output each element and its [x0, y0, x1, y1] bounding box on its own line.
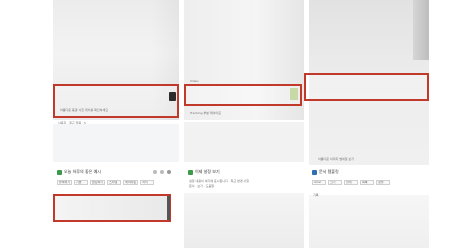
toolbar-button[interactable]: 스타일	[107, 180, 122, 185]
panel-mid-mid	[184, 122, 304, 162]
content-line: 설정 내용이 여기에 표시됩니다 · 최근 변경 사항	[189, 179, 250, 183]
app-icon	[57, 169, 62, 175]
panel-mid-left	[53, 124, 179, 162]
app-icon	[188, 169, 193, 175]
content-area	[184, 193, 304, 248]
maximize-icon[interactable]	[160, 170, 164, 174]
panel-background	[184, 122, 304, 162]
toolbar-button[interactable]: 목록	[360, 180, 374, 185]
caption-top-mid: Video	[190, 79, 199, 83]
window-controls	[153, 168, 171, 176]
highlight-region-top-left	[53, 84, 179, 118]
toolbar-button[interactable]: 굵게	[344, 180, 358, 185]
app-icon	[312, 169, 317, 175]
dark-strip	[413, 0, 429, 60]
toolbar-button[interactable]: 크기	[328, 180, 342, 185]
panel-background	[53, 124, 179, 162]
toolbar-button[interactable]: 정렬	[376, 180, 390, 185]
window-title-bottom-left: 오늘 하루의 좋은 예시	[57, 168, 101, 176]
close-icon[interactable]	[167, 170, 171, 174]
panel-bottom-right	[309, 165, 429, 248]
toolbar-button[interactable]: 붙여넣기	[57, 180, 73, 185]
toolbar-button[interactable]: 레이아웃	[123, 180, 139, 185]
toolbar-bottom-left: 붙여넣기 기본 편집하기 스타일 레이아웃 서식	[57, 180, 155, 185]
toolbar-button[interactable]: Arial	[312, 180, 326, 185]
highlight-region-top-mid	[184, 84, 302, 106]
sub-label: 기록	[313, 193, 319, 197]
toolbar-button[interactable]: 기본	[74, 180, 89, 185]
panel-bottom-mid	[184, 165, 304, 248]
toolbar-bottom-right: Arial 크기 굵게 목록 정렬	[312, 180, 390, 185]
window-title-bottom-right: 문서 템플릿	[312, 168, 339, 176]
caption-top-mid-bottom: Tracking 부분 레이아웃	[190, 111, 221, 115]
content-area	[309, 195, 429, 248]
window-title-bottom-mid: 이제 설정 보기	[188, 168, 220, 176]
highlight-region-top-right	[304, 73, 429, 101]
green-tag	[290, 88, 298, 100]
window-title-text: 오늘 하루의 좋은 예시	[64, 169, 101, 174]
toolbar-button[interactable]: 편집하기	[90, 180, 106, 185]
window-title-text: 이제 설정 보기	[195, 169, 220, 174]
window-title-text: 문서 템플릿	[319, 169, 339, 174]
scrollbar[interactable]	[167, 196, 170, 220]
avatar-icon	[169, 92, 176, 101]
caption-top-left: 아름다운 풍경 사진 위치를 확인하세요	[60, 108, 108, 112]
content-line: 문서 · 보기 · 도움말	[189, 184, 215, 188]
footer-top-right: 아름다운 이미지 썸네일 보기	[318, 157, 354, 161]
toolbar-button[interactable]: 서식	[140, 180, 155, 185]
highlight-region-bottom-left	[53, 194, 171, 222]
minimize-icon[interactable]	[153, 170, 157, 174]
